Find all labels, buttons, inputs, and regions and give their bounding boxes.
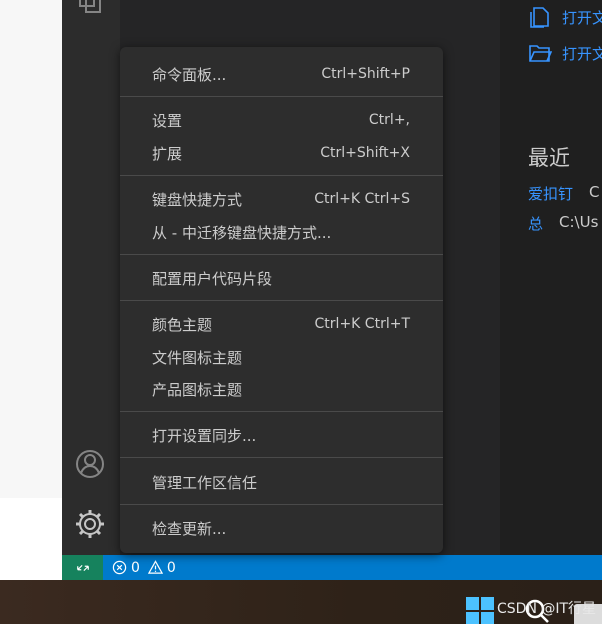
menu-item-command-palette[interactable]: 命令面板... Ctrl+Shift+P (120, 59, 443, 89)
menu-separator (120, 175, 443, 176)
menu-separator (120, 300, 443, 301)
menu-item-shortcut: Ctrl+K Ctrl+T (314, 316, 410, 332)
windows-start-icon[interactable] (466, 597, 494, 624)
menu-item-label: 文件图标主题 (152, 348, 243, 367)
menu-item-label: 检查更新... (152, 519, 227, 538)
open-file-label: 打开文 (562, 8, 602, 27)
menu-item-label: 扩展 (152, 144, 183, 163)
menu-item-label: 配置用户代码片段 (152, 269, 273, 288)
recent-item-path: C:\Us (559, 213, 599, 231)
menu-item-keyboard-shortcuts[interactable]: 键盘快捷方式 Ctrl+K Ctrl+S (120, 184, 443, 214)
warning-icon (147, 560, 163, 574)
menu-item-label: 颜色主题 (152, 315, 213, 334)
menu-item-extensions[interactable]: 扩展 Ctrl+Shift+X (120, 138, 443, 168)
accounts-icon[interactable] (74, 448, 106, 480)
activity-bar (62, 0, 120, 555)
menu-item-migrate-keybindings[interactable]: 从 - 中迁移键盘快捷方式... (120, 217, 443, 247)
menu-item-shortcut: Ctrl+, (368, 112, 410, 128)
menu-item-settings[interactable]: 设置 Ctrl+, (120, 105, 443, 135)
open-folder-label: 打开文 (562, 44, 602, 63)
status-bar: 0 0 (62, 555, 602, 580)
open-file-link[interactable]: 打开文 (528, 5, 602, 29)
open-folder-link[interactable]: 打开文 (528, 41, 602, 65)
menu-item-settings-sync[interactable]: 打开设置同步... (120, 420, 443, 450)
remote-button[interactable] (62, 555, 103, 580)
menu-item-label: 打开设置同步... (152, 426, 257, 445)
menu-item-shortcut: Ctrl+K Ctrl+S (314, 191, 410, 207)
menu-item-shortcut: Ctrl+Shift+P (321, 66, 410, 82)
watermark: CSDN @IT行星 (497, 601, 597, 617)
open-folder-icon (529, 45, 552, 62)
menu-item-label: 管理工作区信任 (152, 473, 258, 492)
remote-icon (76, 564, 89, 571)
recent-item-name[interactable]: 总 (528, 213, 543, 234)
menu-separator (120, 254, 443, 255)
recent-item-path: C (589, 183, 600, 201)
manage-gear-icon[interactable] (74, 508, 106, 540)
error-icon (112, 560, 127, 575)
background-window-lower (0, 498, 62, 580)
menu-item-label: 产品图标主题 (152, 380, 243, 399)
manage-context-menu: 命令面板... Ctrl+Shift+P 设置 Ctrl+, 扩展 Ctrl+S… (120, 47, 443, 553)
menu-item-label: 设置 (152, 111, 183, 130)
menu-separator (120, 411, 443, 412)
menu-separator (120, 457, 443, 458)
menu-item-check-updates[interactable]: 检查更新... (120, 513, 443, 543)
menu-item-label: 命令面板... (152, 65, 227, 84)
warning-count: 0 (166, 559, 176, 576)
menu-item-shortcut: Ctrl+Shift+X (320, 145, 410, 161)
explorer-icon[interactable] (74, 0, 106, 14)
menu-item-user-snippets[interactable]: 配置用户代码片段 (120, 263, 443, 293)
background-window (0, 0, 62, 498)
menu-item-color-theme[interactable]: 颜色主题 Ctrl+K Ctrl+T (120, 309, 443, 339)
menu-item-label: 键盘快捷方式 (152, 190, 243, 209)
recent-item[interactable]: 爱扣钉 C (528, 183, 600, 204)
editor-area (500, 0, 602, 555)
menu-separator (120, 504, 443, 505)
menu-item-product-icon-theme[interactable]: 产品图标主题 (120, 374, 443, 404)
problems-indicator[interactable]: 0 0 (112, 555, 176, 580)
menu-item-file-icon-theme[interactable]: 文件图标主题 (120, 342, 443, 372)
recent-title: 最近 (528, 146, 570, 170)
menu-item-label: 从 - 中迁移键盘快捷方式... (152, 223, 332, 242)
menu-separator (120, 96, 443, 97)
recent-item-name[interactable]: 爱扣钉 (528, 183, 573, 204)
menu-item-workspace-trust[interactable]: 管理工作区信任 (120, 467, 443, 497)
open-file-icon (530, 7, 549, 28)
recent-item[interactable]: 总 C:\Us (528, 213, 598, 234)
error-count: 0 (131, 559, 140, 576)
